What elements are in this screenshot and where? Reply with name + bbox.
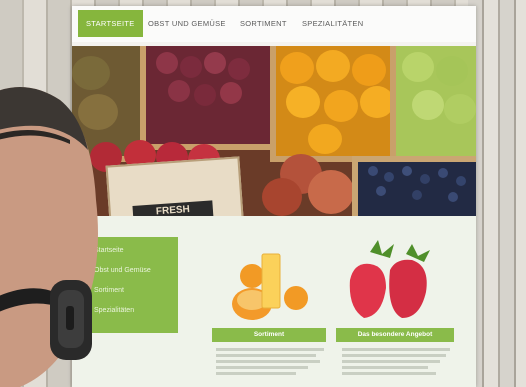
caption-sortiment: Sortiment [212, 328, 326, 342]
angebot-text-placeholder [342, 346, 450, 378]
strawberries-image [349, 240, 430, 318]
person-with-headphones [0, 80, 126, 387]
top-navigation: STARTSEITE OBST UND GEMÜSE SORTIMENT SPE… [72, 6, 476, 42]
sortiment-text-placeholder [216, 346, 324, 378]
caption-angebot: Das besondere Angebot [336, 328, 454, 342]
paper-bag: FRESH [105, 156, 245, 216]
nav-obst-und-gemuese[interactable]: OBST UND GEMÜSE [148, 10, 226, 37]
bag-label: FRESH [132, 200, 214, 216]
hero-fruit-image: FRESH [72, 46, 476, 216]
nav-sortiment[interactable]: SORTIMENT [240, 10, 287, 37]
wooden-plank-right [468, 0, 526, 387]
nav-spezialitaeten[interactable]: SPEZIALITÄTEN [302, 10, 363, 37]
oranges-juice-image [232, 253, 308, 320]
nav-startseite[interactable]: STARTSEITE [78, 10, 143, 37]
